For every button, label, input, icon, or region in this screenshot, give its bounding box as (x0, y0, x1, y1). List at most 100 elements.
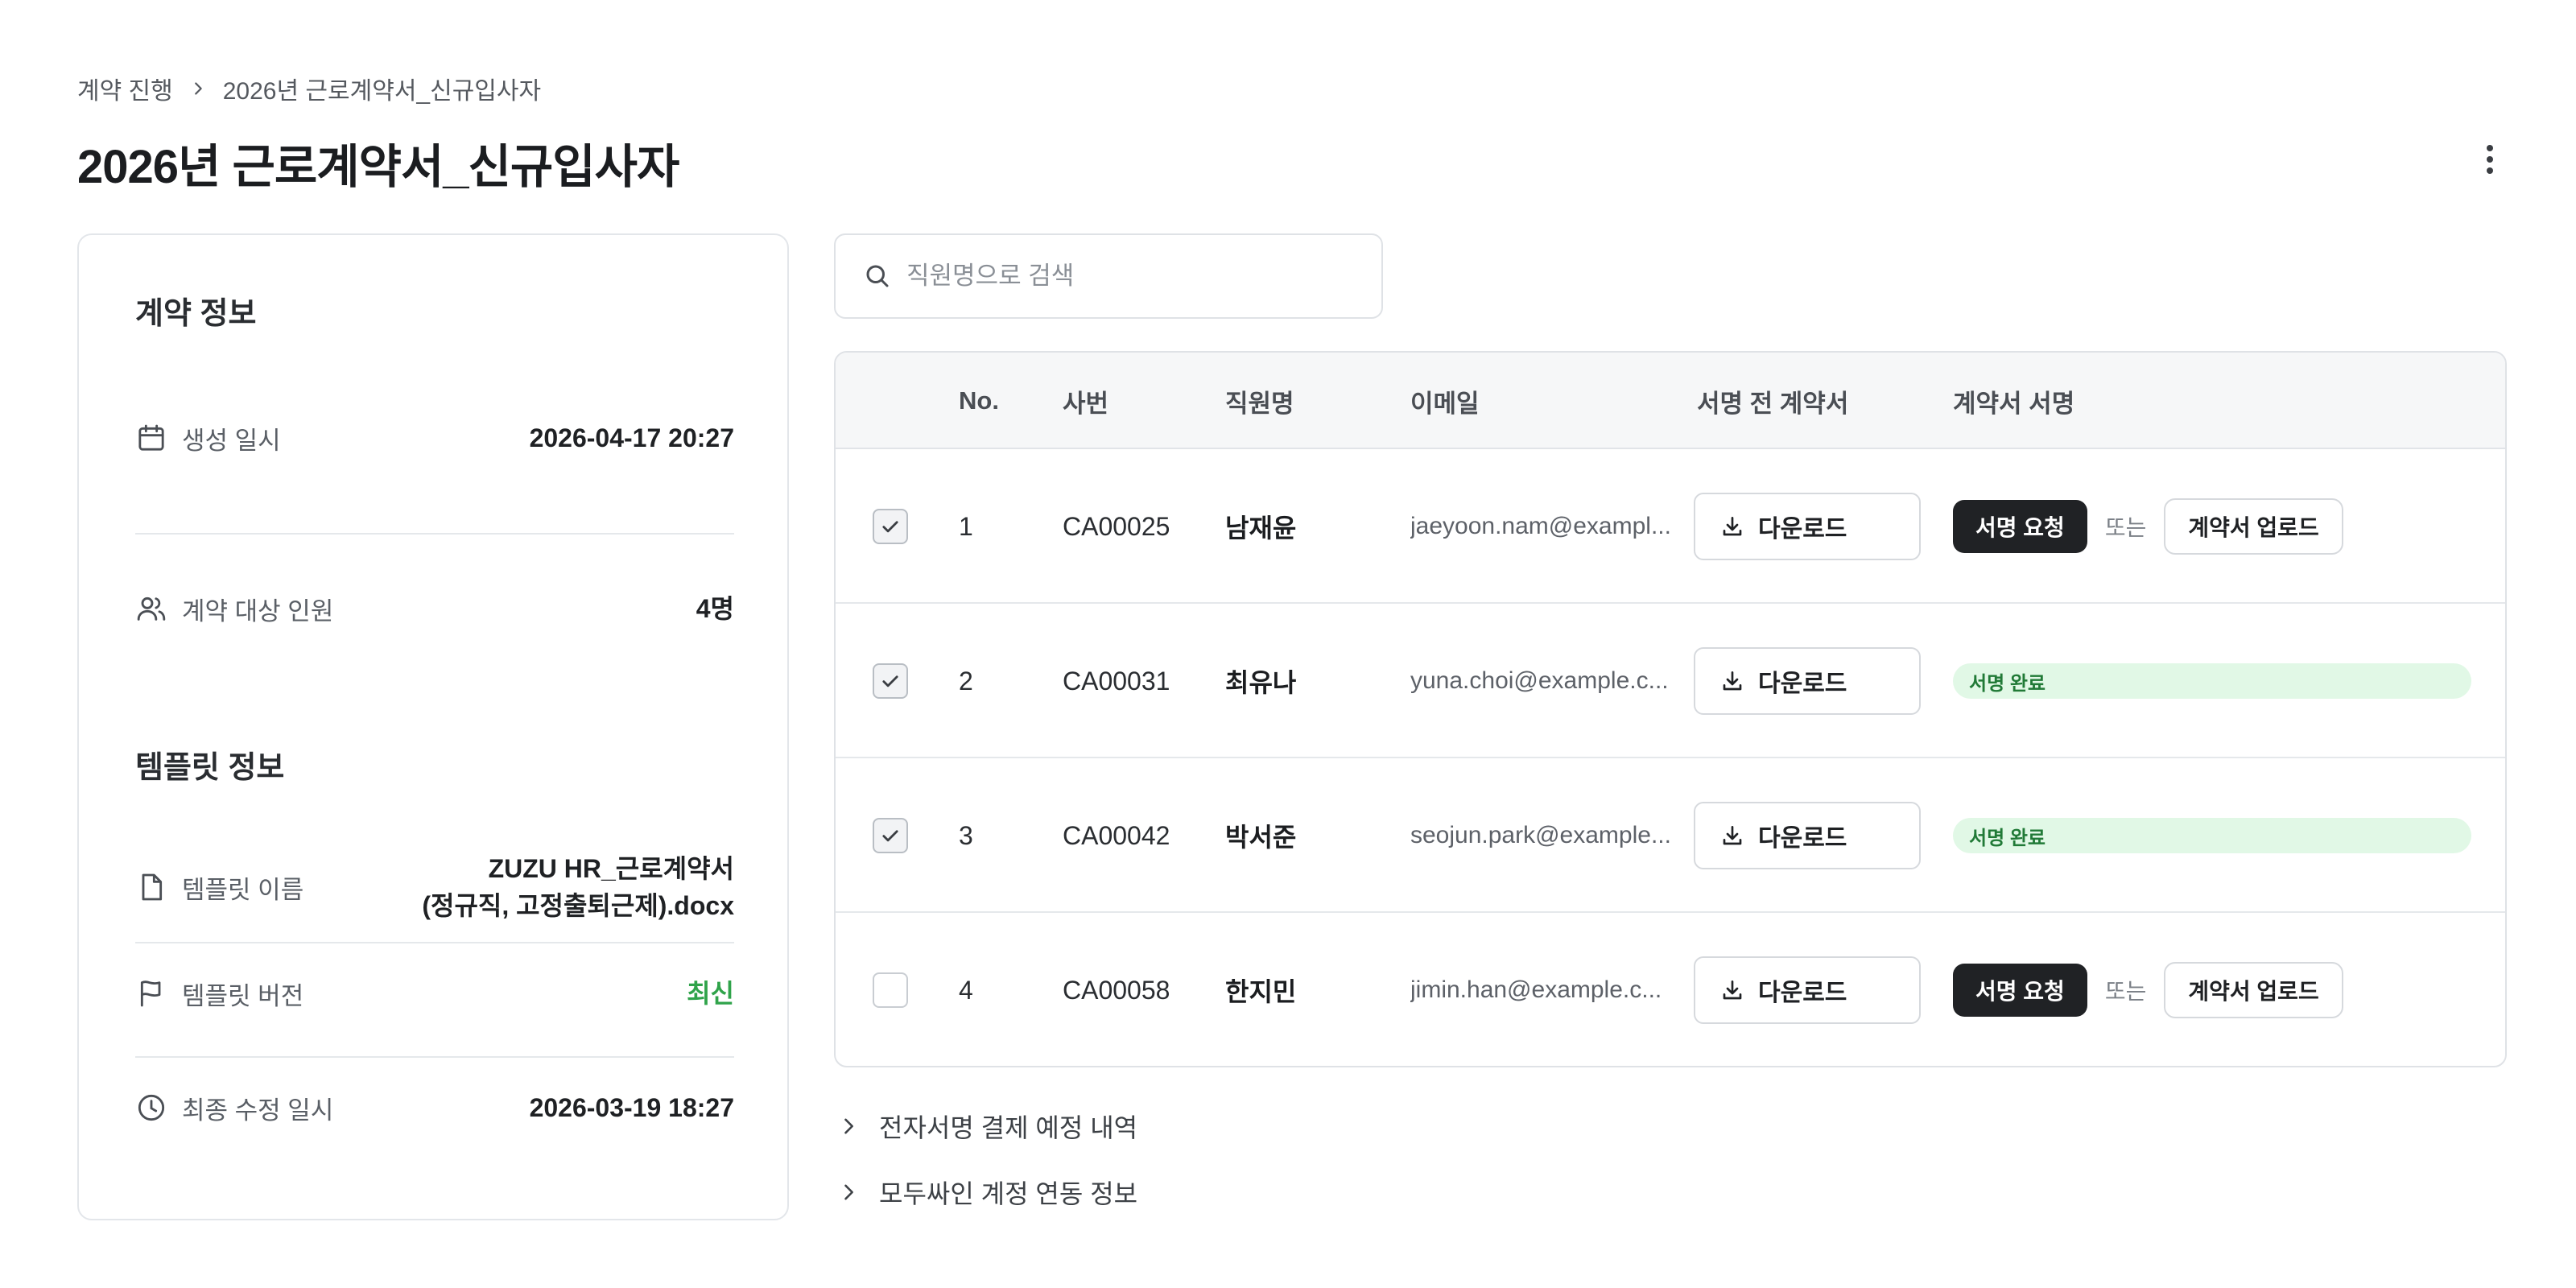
row-email: jaeyoon.nam@exampl... (1410, 513, 1671, 539)
check-icon (882, 521, 898, 533)
table-row: 4 CA00058 한지민 jimin.han@example.c... 다운로드 서명 … (836, 913, 2505, 1066)
created-at-row: 생성 일시 2026-04-17 20:27 (135, 414, 734, 462)
created-at-label: 생성 일시 (182, 426, 281, 455)
row-emp-id: CA00058 (1063, 975, 1170, 1005)
template-name-label: 템플릿 이름 (182, 875, 304, 904)
file-icon (142, 873, 163, 901)
download-button[interactable]: 다운로드 (1694, 802, 1921, 869)
header-pre-contract: 서명 전 계약서 (1697, 389, 1849, 418)
target-count-row: 계약 대상 인원 4명 (135, 584, 734, 633)
divider (135, 942, 734, 943)
row-employee-name: 한지민 (1225, 977, 1297, 1006)
header-name: 직원명 (1225, 389, 1294, 418)
row-employee-name: 최유나 (1225, 668, 1297, 697)
employee-table: No. 사번 직원명 이메일 서명 전 계약서 계약서 서명 1 CA00025 남… (834, 351, 2507, 1067)
header-emp-id: 사번 (1063, 389, 1109, 418)
download-label: 다운로드 (1758, 671, 1847, 697)
table-row: 2 CA00031 최유나 yuna.choi@example.c... 다운로드 서명 … (836, 604, 2505, 758)
modified-at-label: 최종 수정 일시 (182, 1096, 334, 1125)
calendar-icon (138, 424, 164, 451)
download-icon (1723, 517, 1742, 536)
template-name-row: 템플릿 이름 ZUZU HR_근로계약서 (정규직, 고정출퇴근제).docx (135, 847, 734, 927)
page-title: 2026년 근로계약서_신규입사자 (77, 141, 679, 193)
download-button[interactable]: 다운로드 (1694, 493, 1921, 560)
download-icon (1723, 826, 1742, 845)
check-icon (882, 830, 898, 842)
download-button[interactable]: 다운로드 (1694, 956, 1921, 1024)
row-no: 3 (959, 820, 973, 850)
template-version-value: 최신 (687, 979, 734, 1008)
signature-cell: 서명 완료 (1953, 758, 2471, 913)
download-icon (1723, 671, 1742, 691)
modified-at-value: 2026-03-19 18:27 (529, 1093, 734, 1122)
table-header: No. 사번 직원명 이메일 서명 전 계약서 계약서 서명 (836, 353, 2505, 449)
download-label: 다운로드 (1758, 825, 1847, 852)
flag-icon (140, 980, 161, 1007)
modusign-account-accordion[interactable]: 모두싸인 계정 연동 정보 (837, 1174, 1137, 1211)
download-button[interactable]: 다운로드 (1694, 647, 1921, 715)
more-vertical-icon (2487, 145, 2493, 174)
payment-schedule-accordion[interactable]: 전자서명 결제 예정 내역 (837, 1108, 1137, 1145)
sign-request-button[interactable]: 서명 요청 (1953, 964, 2087, 1017)
row-email: jimin.han@example.c... (1410, 976, 1662, 1003)
users-icon (137, 597, 166, 621)
breadcrumb-current: 2026년 근로계약서_신규입사자 (222, 78, 542, 105)
contract-upload-button[interactable]: 계약서 업로드 (2164, 962, 2343, 1018)
signature-cell: 서명 완료 (1953, 604, 2471, 758)
breadcrumb-parent-link[interactable]: 계약 진행 (77, 71, 173, 106)
modified-at-row: 최종 수정 일시 2026-03-19 18:27 (135, 1084, 734, 1132)
clock-icon (138, 1094, 165, 1121)
modusign-account-label: 모두싸인 계정 연동 정보 (879, 1179, 1138, 1208)
row-employee-name: 남재윤 (1225, 514, 1297, 543)
more-options-button[interactable] (2471, 134, 2508, 185)
breadcrumb: 계약 진행 2026년 근로계약서_신규입사자 (77, 71, 541, 106)
sign-request-button[interactable]: 서명 요청 (1953, 500, 2087, 553)
table-row: 3 CA00042 박서준 seojun.park@example... 다운로드 서명 … (836, 758, 2505, 913)
target-count-value: 4명 (696, 594, 734, 623)
contract-info-title: 계약 정보 (135, 297, 257, 331)
employee-search-input[interactable] (906, 262, 1357, 291)
download-label: 다운로드 (1758, 516, 1847, 543)
row-checkbox[interactable] (873, 663, 908, 699)
divider (135, 533, 734, 535)
created-at-value: 2026-04-17 20:27 (529, 423, 734, 452)
check-icon (882, 675, 898, 687)
template-name-value: ZUZU HR_근로계약서 (정규직, 고정출퇴근제).docx (422, 850, 734, 924)
download-label: 다운로드 (1758, 980, 1847, 1006)
search-icon (866, 265, 889, 287)
payment-schedule-label: 전자서명 결제 예정 내역 (879, 1113, 1138, 1142)
template-version-label: 템플릿 버전 (182, 981, 304, 1010)
row-employee-name: 박서준 (1225, 823, 1297, 852)
row-email: seojun.park@example... (1410, 822, 1671, 848)
template-info-title: 템플릿 정보 (135, 751, 285, 785)
row-emp-id: CA00025 (1063, 511, 1170, 541)
row-no: 4 (959, 975, 973, 1005)
signature-cell: 서명 요청 또는 계약서 업로드 (1953, 913, 2343, 1066)
row-no: 2 (959, 666, 973, 696)
or-text: 또는 (2104, 979, 2147, 1004)
table-row: 1 CA00025 남재윤 jaeyoon.nam@exampl... 다운로드 서명 요… (836, 449, 2505, 604)
contract-info-card: 계약 정보 생성 일시 2026-04-17 20:27 계약 대상 인원 4명… (77, 233, 789, 1220)
chevron-right-icon (844, 1118, 853, 1134)
download-icon (1723, 980, 1742, 1000)
row-checkbox[interactable] (873, 818, 908, 853)
header-no: No. (959, 386, 999, 415)
header-signature: 계약서 서명 (1953, 389, 2075, 418)
template-name-line2: (정규직, 고정출퇴근제).docx (422, 891, 734, 920)
row-checkbox[interactable] (873, 972, 908, 1008)
contract-upload-button[interactable]: 계약서 업로드 (2164, 498, 2343, 555)
search-box (834, 233, 1383, 319)
header-email: 이메일 (1410, 389, 1480, 418)
target-count-label: 계약 대상 인원 (182, 597, 334, 625)
chevron-right-icon (844, 1184, 853, 1200)
chevron-right-icon (189, 80, 207, 97)
row-checkbox[interactable] (873, 509, 908, 544)
or-text: 또는 (2104, 515, 2147, 540)
signed-badge: 서명 완료 (1953, 818, 2471, 853)
row-email: yuna.choi@example.c... (1410, 667, 1669, 694)
signed-badge: 서명 완료 (1953, 663, 2471, 699)
row-emp-id: CA00031 (1063, 666, 1170, 696)
row-no: 1 (959, 511, 973, 541)
template-version-row: 템플릿 버전 최신 (135, 969, 734, 1018)
divider (135, 1056, 734, 1058)
